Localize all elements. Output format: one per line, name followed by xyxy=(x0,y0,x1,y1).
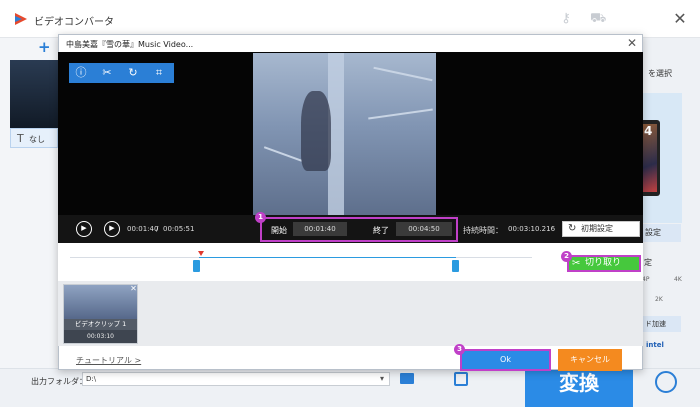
start-label: 開始 xyxy=(271,226,287,235)
key-icon[interactable]: ⚷ xyxy=(558,11,574,27)
video-frame xyxy=(253,53,436,215)
playhead-marker[interactable] xyxy=(198,251,204,256)
output-folder-field[interactable]: D:\ xyxy=(82,372,390,386)
scissors-icon: ✂ xyxy=(572,258,581,269)
clip-remove-icon[interactable]: ✕ xyxy=(129,284,138,293)
intel-logo: intel xyxy=(646,341,664,349)
reset-button[interactable]: ↻ 初期設定 xyxy=(562,221,640,237)
app-title: ビデオコンバータ xyxy=(34,17,114,28)
timeline-selection xyxy=(199,257,456,258)
play-icon[interactable]: ▶ xyxy=(76,221,92,237)
cut-label: 切り取り xyxy=(585,258,622,268)
app-logo-icon xyxy=(14,12,28,26)
scissors-icon[interactable]: ✂ xyxy=(99,65,115,81)
window-close-icon[interactable]: ✕ xyxy=(668,8,692,30)
dialog-close-icon[interactable]: ✕ xyxy=(625,36,639,50)
clip-name: ビデオクリップ 1 xyxy=(64,319,137,330)
step-badge-2: 2 xyxy=(561,251,572,262)
folder-icon[interactable] xyxy=(400,373,414,384)
total-time: 00:05:51 xyxy=(163,225,195,233)
rotate-icon[interactable]: ↻ xyxy=(125,65,141,81)
end-time-field[interactable]: 00:04:50 xyxy=(396,222,452,236)
device-image: 4 xyxy=(640,120,660,196)
quality-scale[interactable]: 4P 4K xyxy=(640,274,684,288)
end-label: 終了 xyxy=(373,226,389,235)
duration-label: 持続時間： xyxy=(463,226,503,235)
timeline-area xyxy=(58,243,643,281)
scale-left-label: 4P xyxy=(642,276,650,283)
reset-icon: ↻ xyxy=(568,223,577,234)
clip-duration: 00:03:10 xyxy=(64,330,137,343)
crop-icon[interactable]: ⌗ xyxy=(151,65,167,81)
hw-accel-button[interactable]: ド加速 xyxy=(643,316,681,332)
duration-value: 00:03:10.216 xyxy=(508,225,556,233)
cart-icon[interactable]: ⛟ xyxy=(590,11,606,27)
dialog-title: 中島美嘉『雪の華』Music Video... xyxy=(66,40,194,49)
alarm-icon[interactable] xyxy=(655,371,677,393)
reset-label: 初期設定 xyxy=(581,224,613,233)
output-folder-label: 出力フォルダ： xyxy=(31,377,87,386)
format-select-label: を選択 xyxy=(648,69,672,78)
cut-button[interactable]: ✂ 切り取り xyxy=(567,255,641,272)
scale-right-label: 4K xyxy=(674,276,682,283)
settings-button[interactable]: 設定 xyxy=(643,224,681,242)
step-badge-1: 1 xyxy=(255,212,266,223)
next-frame-icon[interactable]: ▶ xyxy=(104,221,120,237)
text-icon: T xyxy=(17,132,24,145)
cancel-button[interactable]: キャンセル xyxy=(558,349,622,371)
subtitle-selector[interactable]: T なし xyxy=(10,128,58,148)
quality-label: 定 xyxy=(644,258,652,267)
trim-end-handle[interactable] xyxy=(452,260,459,272)
edit-toolbar: ⓘ ✂ ↻ ⌗ xyxy=(69,63,174,83)
time-separator: / xyxy=(156,225,159,233)
clip-list xyxy=(58,281,643,346)
left-video-thumbnail[interactable] xyxy=(10,60,58,128)
ok-button[interactable]: Ok xyxy=(460,349,551,371)
clip-thumbnail xyxy=(64,285,137,319)
merge-icon[interactable] xyxy=(454,372,468,386)
add-file-button[interactable]: + xyxy=(38,38,52,56)
info-icon[interactable]: ⓘ xyxy=(73,65,89,81)
convert-button[interactable]: 変換 xyxy=(525,365,633,407)
trim-start-handle[interactable] xyxy=(193,260,200,272)
subtitle-none-label: なし xyxy=(29,135,45,144)
start-time-field[interactable]: 00:01:40 xyxy=(293,222,347,236)
tutorial-link[interactable]: チュートリアル > xyxy=(76,355,141,366)
chevron-down-icon[interactable]: ▾ xyxy=(380,374,384,383)
step-badge-3: 3 xyxy=(454,344,465,355)
current-time: 00:01:40 xyxy=(127,225,159,233)
resolution-label: 2K xyxy=(655,296,663,303)
